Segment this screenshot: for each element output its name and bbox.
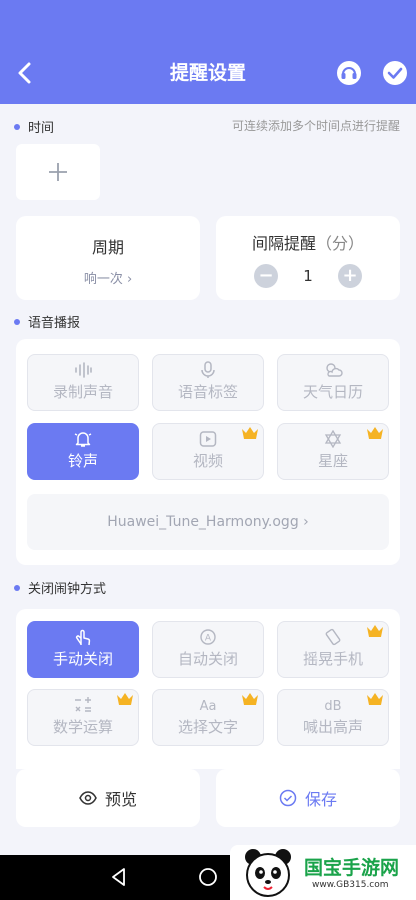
increase-button[interactable]: + — [338, 264, 362, 288]
option-shout[interactable]: dB 喊出高声 — [277, 689, 389, 746]
crown-icon — [367, 625, 383, 637]
panda-mascot-icon — [245, 849, 291, 897]
watermark-url: www.GB315.com — [312, 880, 389, 890]
star-of-david-icon — [324, 430, 342, 448]
option-label: 手动关闭 — [52, 650, 113, 668]
auto-icon: A — [200, 629, 216, 645]
time-label: 时间 — [28, 121, 55, 136]
decrease-button[interactable]: − — [254, 264, 278, 288]
video-icon — [199, 431, 217, 447]
option-auto-close[interactable]: A 自动关闭 — [152, 621, 264, 678]
section-dot — [14, 584, 20, 591]
app-header: 提醒设置 — [0, 0, 416, 104]
option-label: 数学运算 — [52, 718, 113, 736]
section-dot — [14, 123, 20, 130]
option-record-voice[interactable]: 录制声音 — [27, 354, 139, 411]
option-video[interactable]: 视频 — [152, 423, 264, 480]
bell-icon — [74, 432, 92, 447]
time-hint: 可连续添加多个时间点进行提醒 — [231, 119, 400, 133]
confirm-check-icon[interactable] — [382, 60, 408, 86]
waveform-icon — [75, 362, 92, 378]
eye-icon — [79, 791, 97, 805]
ringtone-file-selector[interactable]: Huawei_Tune_Harmony.ogg › — [27, 494, 389, 550]
voice-options-card: 录制声音 语音标签 天气日历 铃声 视频 星座 Huawei_Tune_Harm… — [16, 339, 400, 565]
option-shake-phone[interactable]: 摇晃手机 — [277, 621, 389, 678]
save-button[interactable]: 保存 — [216, 769, 400, 827]
period-card[interactable]: 周期 响一次 › — [16, 216, 200, 300]
decibel-icon-glyph: dB — [324, 699, 341, 714]
option-voice-tag[interactable]: 语音标签 — [152, 354, 264, 411]
hand-pointer-icon — [75, 629, 91, 646]
option-label: 视频 — [192, 452, 223, 470]
option-select-text[interactable]: Aa 选择文字 — [152, 689, 264, 746]
interval-label: 间隔提醒 — [251, 234, 316, 253]
watermark-logo: 国宝手游网 www.GB315.com — [230, 845, 416, 900]
weather-icon — [326, 363, 343, 377]
text-icon-glyph: Aa — [200, 699, 217, 714]
close-section-label: 关闭闹钟方式 — [14, 578, 106, 597]
interval-unit: （分） — [316, 234, 365, 253]
option-math[interactable]: 数学运算 — [27, 689, 139, 746]
option-constellation[interactable]: 星座 — [277, 423, 389, 480]
option-label: 天气日历 — [302, 383, 363, 401]
option-label: 语音标签 — [177, 383, 238, 401]
option-label: 摇晃手机 — [302, 650, 363, 668]
crown-icon — [242, 693, 258, 705]
shake-phone-icon — [325, 628, 341, 646]
option-label: 星座 — [317, 452, 348, 470]
voice-section-label: 语音播报 — [14, 312, 80, 331]
svg-text:A: A — [205, 634, 212, 644]
crown-icon — [367, 427, 383, 439]
preview-label: 预览 — [104, 790, 137, 809]
crown-icon — [117, 693, 133, 705]
option-manual-close[interactable]: 手动关闭 — [27, 621, 139, 678]
customer-service-icon[interactable] — [336, 60, 362, 86]
section-dot — [14, 318, 20, 325]
nav-home-icon[interactable] — [197, 866, 219, 888]
add-time-button[interactable] — [16, 144, 100, 200]
option-ringtone[interactable]: 铃声 — [27, 423, 139, 480]
save-label: 保存 — [304, 790, 337, 809]
watermark-brand: 国宝手游网 — [304, 857, 400, 879]
close-options-card: 手动关闭 A 自动关闭 摇晃手机 数学运算 Aa 选择文字 dB 喊出高声 — [16, 609, 400, 769]
text-icon: Aa — [200, 699, 217, 714]
period-title: 周期 — [91, 238, 124, 257]
check-circle-icon — [279, 789, 297, 807]
plus-icon — [49, 163, 67, 181]
option-label: 喊出高声 — [302, 718, 363, 736]
decibel-icon: dB — [324, 699, 341, 714]
crown-icon — [367, 693, 383, 705]
math-icon — [75, 697, 91, 712]
option-weather-calendar[interactable]: 天气日历 — [277, 354, 389, 411]
crown-icon — [242, 427, 258, 439]
interval-card: 间隔提醒（分） − 1 + — [216, 216, 400, 300]
close-label: 关闭闹钟方式 — [28, 582, 107, 597]
voice-label: 语音播报 — [28, 316, 81, 331]
option-label: 铃声 — [67, 452, 98, 470]
option-label: 录制声音 — [52, 383, 113, 401]
preview-button[interactable]: 预览 — [16, 769, 200, 827]
interval-value: 1 — [303, 267, 313, 285]
time-section-label: 时间 — [14, 117, 54, 136]
option-label: 选择文字 — [177, 718, 238, 736]
option-label: 自动关闭 — [177, 650, 238, 668]
microphone-icon — [201, 361, 215, 378]
period-value: 响一次 › — [83, 272, 133, 287]
interval-title: 间隔提醒（分） — [216, 230, 400, 254]
nav-back-icon[interactable] — [108, 866, 130, 888]
